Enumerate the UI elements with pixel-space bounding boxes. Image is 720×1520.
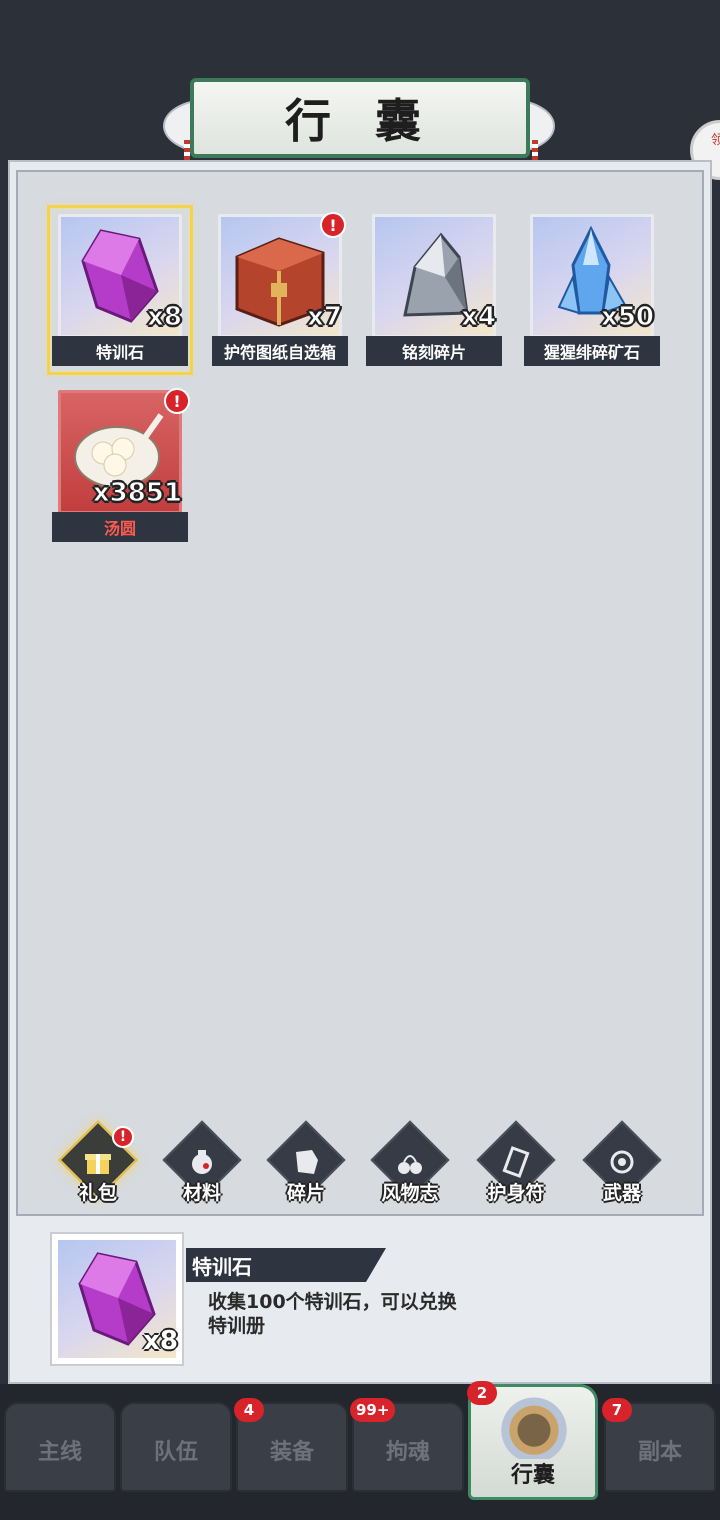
nav-tab-soul-capture[interactable]: 99+ 拘魂 bbox=[350, 1398, 464, 1492]
nav-tab-label: 主线 bbox=[37, 1440, 82, 1465]
category-label: 护身符 bbox=[487, 1182, 545, 1204]
nav-badge: 2 bbox=[467, 1381, 497, 1405]
tassel-left bbox=[184, 140, 190, 160]
item-slot-tangyuan[interactable]: x3851 汤圆 ! bbox=[52, 386, 190, 546]
item-slot-talisman-chest[interactable]: x7 护符图纸自选箱 ! bbox=[212, 210, 348, 370]
category-tab-almanac[interactable]: 风物志 bbox=[368, 1120, 452, 1212]
nav-badge: 4 bbox=[234, 1398, 264, 1422]
category-tab-materials[interactable]: 材料 bbox=[160, 1120, 244, 1212]
nav-tab-team[interactable]: 队伍 bbox=[120, 1402, 232, 1492]
alert-badge: ! bbox=[164, 388, 190, 414]
side-token-text: 领 bbox=[711, 133, 720, 148]
item-count: x3851 bbox=[92, 478, 182, 509]
item-slot-training-stone[interactable]: x8 特训石 bbox=[47, 205, 193, 375]
nav-badge: 7 bbox=[602, 1398, 632, 1422]
item-count: x4 bbox=[461, 302, 497, 333]
nav-tab-label: 行囊 bbox=[510, 1463, 555, 1488]
detail-item-name: 特训石 bbox=[186, 1248, 386, 1282]
item-count: x50 bbox=[601, 302, 655, 333]
category-tab-weapons[interactable]: 武器 bbox=[580, 1120, 664, 1212]
category-label: 武器 bbox=[602, 1182, 641, 1204]
talisman-icon bbox=[496, 1142, 536, 1182]
nav-tab-main-story[interactable]: 主线 bbox=[4, 1402, 116, 1492]
nav-badge: 99+ bbox=[350, 1398, 396, 1422]
nav-tab-equipment[interactable]: 4 装备 bbox=[234, 1398, 348, 1492]
detail-item-thumbnail: x8 bbox=[50, 1232, 184, 1366]
item-name: 铭刻碎片 bbox=[366, 336, 502, 366]
alert-badge: ! bbox=[112, 1126, 134, 1148]
detail-item-description: 收集100个特训石，可以兑换特训册 bbox=[208, 1291, 457, 1337]
gift-icon bbox=[78, 1142, 118, 1182]
item-name: 汤圆 bbox=[52, 512, 188, 542]
bag-emblem-icon bbox=[493, 1395, 575, 1459]
nav-tab-label: 拘魂 bbox=[385, 1440, 430, 1465]
nav-tab-bag[interactable]: 2 行囊 bbox=[467, 1381, 598, 1500]
item-count: x8 bbox=[147, 302, 183, 333]
nav-tab-label: 队伍 bbox=[153, 1440, 198, 1465]
category-tab-gift[interactable]: 礼包 ! bbox=[56, 1120, 140, 1212]
weapon-emblem-icon bbox=[602, 1142, 642, 1182]
fragment-icon bbox=[286, 1142, 326, 1182]
item-slot-scarlet-ore[interactable]: x50 猩猩绯碎矿石 bbox=[524, 210, 660, 370]
tassel-right bbox=[532, 140, 538, 160]
item-name: 特训石 bbox=[52, 336, 188, 366]
category-label: 礼包 bbox=[78, 1182, 117, 1204]
category-label: 碎片 bbox=[286, 1182, 325, 1204]
category-label: 材料 bbox=[182, 1182, 221, 1204]
detail-item-count: x8 bbox=[143, 1326, 178, 1356]
category-label: 风物志 bbox=[381, 1182, 439, 1204]
category-tab-fragments[interactable]: 碎片 bbox=[264, 1120, 348, 1212]
item-slot-inscription-shard[interactable]: x4 铭刻碎片 bbox=[366, 210, 502, 370]
category-tab-talisman[interactable]: 护身符 bbox=[474, 1120, 558, 1212]
material-pouch-icon bbox=[182, 1142, 222, 1182]
item-name: 护符图纸自选箱 bbox=[212, 336, 348, 366]
item-name: 猩猩绯碎矿石 bbox=[524, 336, 660, 366]
page-title: 行 囊 bbox=[190, 78, 530, 158]
nav-tab-label: 副本 bbox=[637, 1440, 682, 1465]
cherries-icon bbox=[390, 1142, 430, 1182]
alert-badge: ! bbox=[320, 212, 346, 238]
page-title-text: 行 囊 bbox=[284, 94, 435, 148]
nav-tab-label: 装备 bbox=[269, 1440, 314, 1465]
item-count: x7 bbox=[307, 302, 343, 333]
nav-tab-dungeon[interactable]: 7 副本 bbox=[602, 1398, 716, 1492]
